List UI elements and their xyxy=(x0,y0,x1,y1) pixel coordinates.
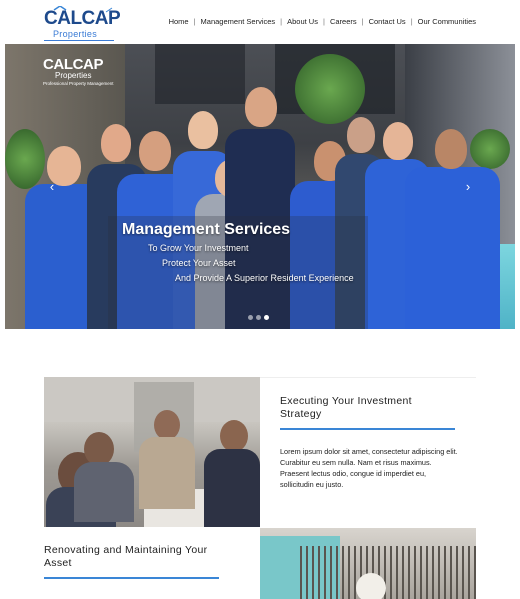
chevron-left-icon[interactable]: ‹ xyxy=(44,179,60,195)
nav-management-services[interactable]: Management Services xyxy=(196,17,281,26)
hero-calcap-logo: CALCAP Properties Professional Property … xyxy=(43,56,123,92)
nav-about-us[interactable]: About Us xyxy=(282,17,323,26)
feature-underline-2 xyxy=(44,577,219,579)
hero-logo-tagline: Professional Property Management xyxy=(43,81,114,86)
hero-line-1: To Grow Your Investment xyxy=(148,243,249,253)
feature-title-1: Executing Your Investment Strategy xyxy=(280,395,412,420)
nav-home[interactable]: Home xyxy=(164,17,194,26)
hero-slider: CALCAP Properties Professional Property … xyxy=(5,44,515,329)
hero-line-3: And Provide A Superior Resident Experien… xyxy=(175,273,354,283)
slider-dots xyxy=(248,315,269,320)
slider-dot-active[interactable] xyxy=(264,315,269,320)
nav-careers[interactable]: Careers xyxy=(325,17,362,26)
feature-underline-1 xyxy=(280,428,455,430)
nav-our-communities[interactable]: Our Communities xyxy=(413,17,476,26)
logo-underline xyxy=(44,40,114,41)
logo-subtitle: Properties xyxy=(53,29,98,39)
calcap-logo[interactable]: CALCAP Properties xyxy=(44,6,121,41)
hero-logo-subtitle: Properties xyxy=(55,71,92,80)
pool-photo xyxy=(260,528,476,599)
main-nav: Home | Management Services | About Us | … xyxy=(164,17,476,26)
hero-title: Management Services xyxy=(122,221,291,238)
logo-wordmark: CALCAP xyxy=(44,8,121,29)
feature-title-2: Renovating and Maintaining Your Asset xyxy=(44,544,208,569)
chevron-right-icon[interactable]: › xyxy=(460,179,476,195)
meeting-photo xyxy=(44,377,260,527)
hero-line-2: Protect Your Asset xyxy=(162,258,236,268)
site-header: CALCAP Properties Home | Management Serv… xyxy=(0,0,520,44)
slider-dot[interactable] xyxy=(248,315,253,320)
team-member xyxy=(405,119,500,329)
nav-contact-us[interactable]: Contact Us xyxy=(364,17,411,26)
slider-dot[interactable] xyxy=(256,315,261,320)
feature-body-1: Lorem ipsum dolor sit amet, consectetur … xyxy=(280,447,458,489)
